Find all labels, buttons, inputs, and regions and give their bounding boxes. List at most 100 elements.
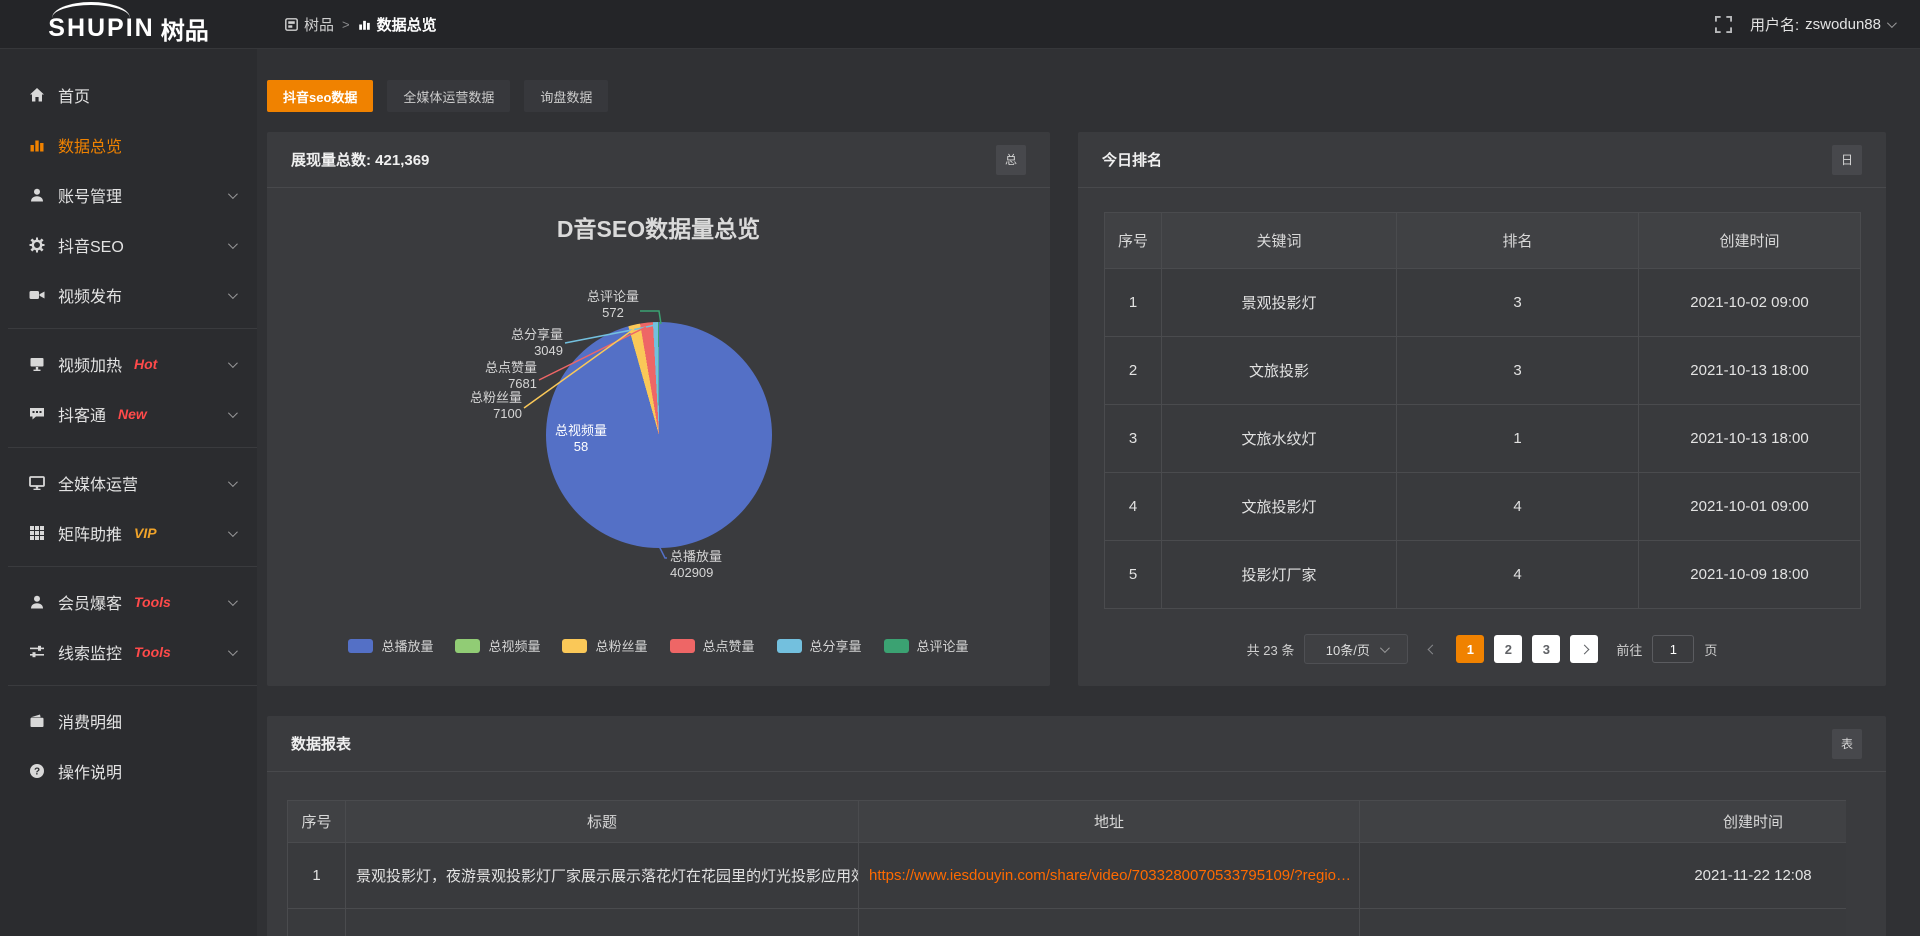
legend-swatch xyxy=(455,639,480,653)
legend-item[interactable]: 总分享量 xyxy=(777,636,862,655)
grid-icon xyxy=(28,525,45,542)
breadcrumb-current[interactable]: 数据总览 xyxy=(358,14,437,35)
sidebar-item-label: 抖音SEO xyxy=(58,233,124,257)
chat-bubble-icon xyxy=(28,406,45,423)
table-row: 1 景观投影灯，夜游景观投影灯厂家展示展示落花灯在花园里的灯光投影应用效果 # … xyxy=(288,843,1847,909)
tab-inquiry-data[interactable]: 询盘数据 xyxy=(524,80,608,112)
page-button-1[interactable]: 1 xyxy=(1456,635,1484,663)
legend-swatch xyxy=(562,639,587,653)
legend-swatch xyxy=(884,639,909,653)
sidebar-item-matrix-boost[interactable]: 矩阵助推 VIP xyxy=(0,508,257,558)
cell-keyword: 投影灯厂家 xyxy=(1162,541,1397,609)
cell-created: 2021-10-01 09:00 xyxy=(1639,473,1861,541)
cell-rank: 3 xyxy=(1397,337,1639,405)
cell-rank: 3 xyxy=(1397,269,1639,337)
pie-label-likes: 总点赞量7681 xyxy=(417,360,537,392)
sidebar-item-account[interactable]: 账号管理 xyxy=(0,170,257,220)
cell-created: 2021-11-22 12:08 xyxy=(1360,843,1847,909)
col-title: 标题 xyxy=(346,801,859,843)
cell-keyword: 文旅水纹灯 xyxy=(1162,405,1397,473)
data-tabs: 抖音seo数据 全媒体运营数据 询盘数据 xyxy=(267,80,608,112)
breadcrumb-root[interactable]: 树品 xyxy=(285,14,334,35)
legend-item[interactable]: 总评论量 xyxy=(884,636,969,655)
sidebar-divider xyxy=(8,685,257,686)
logo[interactable]: SHUPIN 树品 xyxy=(0,0,257,49)
page-button-3[interactable]: 3 xyxy=(1532,635,1560,663)
tab-douyin-seo-data[interactable]: 抖音seo数据 xyxy=(267,80,373,112)
cell-index: 3 xyxy=(1105,405,1162,473)
legend-item[interactable]: 总播放量 xyxy=(348,636,433,655)
sidebar-item-label: 抖客通 xyxy=(58,402,106,426)
legend-item[interactable]: 总点赞量 xyxy=(670,636,755,655)
legend-item[interactable]: 总粉丝量 xyxy=(562,636,647,655)
page-size-select[interactable]: 10条/页 xyxy=(1304,634,1408,664)
sidebar-item-label: 操作说明 xyxy=(58,759,122,783)
sidebar-item-member-burst[interactable]: 会员爆客 Tools xyxy=(0,577,257,627)
question-circle-icon: ? xyxy=(28,763,45,780)
ranking-table: 序号 关键词 排名 创建时间 1 景观投影灯 3 2021-10-02 09:0… xyxy=(1104,212,1861,609)
col-keyword: 关键词 xyxy=(1162,213,1397,269)
col-created: 创建时间 xyxy=(1639,213,1861,269)
table-row: 2 文旅投影 3 2021-10-13 18:00 xyxy=(1105,337,1861,405)
logo-arc xyxy=(52,2,130,18)
cell-created: 2021-10-09 18:00 xyxy=(1639,541,1861,609)
sidebar-item-consumption[interactable]: 消费明细 xyxy=(0,696,257,746)
cell-index: 2 xyxy=(1105,337,1162,405)
table-header-row: 序号 标题 地址 创建时间 xyxy=(288,801,1847,843)
chevron-left-icon xyxy=(1427,644,1437,654)
sidebar-item-omni-media[interactable]: 全媒体运营 xyxy=(0,458,257,508)
total-corner-button[interactable]: 总 xyxy=(996,145,1026,175)
table-row-partial xyxy=(288,909,1847,936)
sidebar-item-douyin-seo[interactable]: 抖音SEO xyxy=(0,220,257,270)
col-index: 序号 xyxy=(288,801,346,843)
goto-page-input[interactable] xyxy=(1652,635,1694,663)
sidebar-item-lead-monitor[interactable]: 线索监控 Tools xyxy=(0,627,257,677)
ranking-panel: 今日排名 日 序号 关键词 排名 创建时间 1 景观投影灯 3 2021-10-… xyxy=(1078,132,1886,686)
user-icon xyxy=(28,594,45,611)
sidebar-item-help[interactable]: ? 操作说明 xyxy=(0,746,257,796)
chevron-down-icon xyxy=(228,358,238,368)
sidebar-item-doukeTong[interactable]: 抖客通 New xyxy=(0,389,257,439)
app-root: SHUPIN 树品 树品 > 数据总览 用户名: zswodun88 xyxy=(0,0,1920,936)
pie-label-shares: 总分享量3049 xyxy=(443,327,563,359)
table-corner-button[interactable]: 表 xyxy=(1832,729,1862,759)
cell-url-link[interactable]: https://www.iesdouyin.com/share/video/70… xyxy=(859,843,1360,909)
day-corner-button[interactable]: 日 xyxy=(1832,145,1862,175)
pie-label-fans: 总粉丝量7100 xyxy=(402,390,522,422)
fullscreen-icon[interactable] xyxy=(1715,16,1732,33)
user-menu[interactable]: 用户名: zswodun88 xyxy=(1750,14,1894,35)
header-right: 用户名: zswodun88 xyxy=(1715,14,1920,35)
sidebar-item-video-heat[interactable]: 视频加热 Hot xyxy=(0,339,257,389)
chevron-down-icon xyxy=(1887,18,1897,28)
username: zswodun88 xyxy=(1805,16,1881,33)
prev-page-button[interactable] xyxy=(1418,635,1446,663)
sidebar-divider xyxy=(8,566,257,567)
vip-badge: VIP xyxy=(134,525,157,541)
sidebar-item-label: 线索监控 xyxy=(58,640,122,664)
cell-rank: 4 xyxy=(1397,541,1639,609)
sidebar-item-video-publish[interactable]: 视频发布 xyxy=(0,270,257,320)
pagination: 共 23 条 10条/页 1 2 3 前往 页 xyxy=(1078,634,1886,664)
cell-index: 1 xyxy=(1105,269,1162,337)
tab-omni-media-data[interactable]: 全媒体运营数据 xyxy=(387,80,510,112)
cell-title: 景观投影灯，夜游景观投影灯厂家展示展示落花灯在花园里的灯光投影应用效果 # xyxy=(346,843,859,909)
sidebar-divider xyxy=(8,328,257,329)
chart-legend: 总播放量 总视频量 总粉丝量 总点赞量 总分享量 总评论量 xyxy=(267,636,1050,655)
bar-chart-icon xyxy=(28,137,45,154)
sidebar-item-label: 数据总览 xyxy=(58,133,122,157)
sidebar-item-data-overview[interactable]: 数据总览 xyxy=(0,120,257,170)
page-button-2[interactable]: 2 xyxy=(1494,635,1522,663)
chevron-down-icon xyxy=(228,408,238,418)
pie-label-comments: 总评论量572 xyxy=(563,289,663,321)
bar-chart-icon xyxy=(358,18,371,31)
overview-panel-header: 展现量总数: 421,369 总 xyxy=(267,132,1050,188)
ranking-panel-header: 今日排名 日 xyxy=(1078,132,1886,188)
cell-created: 2021-10-02 09:00 xyxy=(1639,269,1861,337)
legend-item[interactable]: 总视频量 xyxy=(455,636,540,655)
next-page-button[interactable] xyxy=(1570,635,1598,663)
breadcrumb-separator: > xyxy=(342,17,350,32)
sidebar-item-home[interactable]: 首页 xyxy=(0,70,257,120)
impressions-total: 展现量总数: 421,369 xyxy=(291,149,429,170)
screen-icon xyxy=(28,356,45,373)
chevron-down-icon xyxy=(228,189,238,199)
